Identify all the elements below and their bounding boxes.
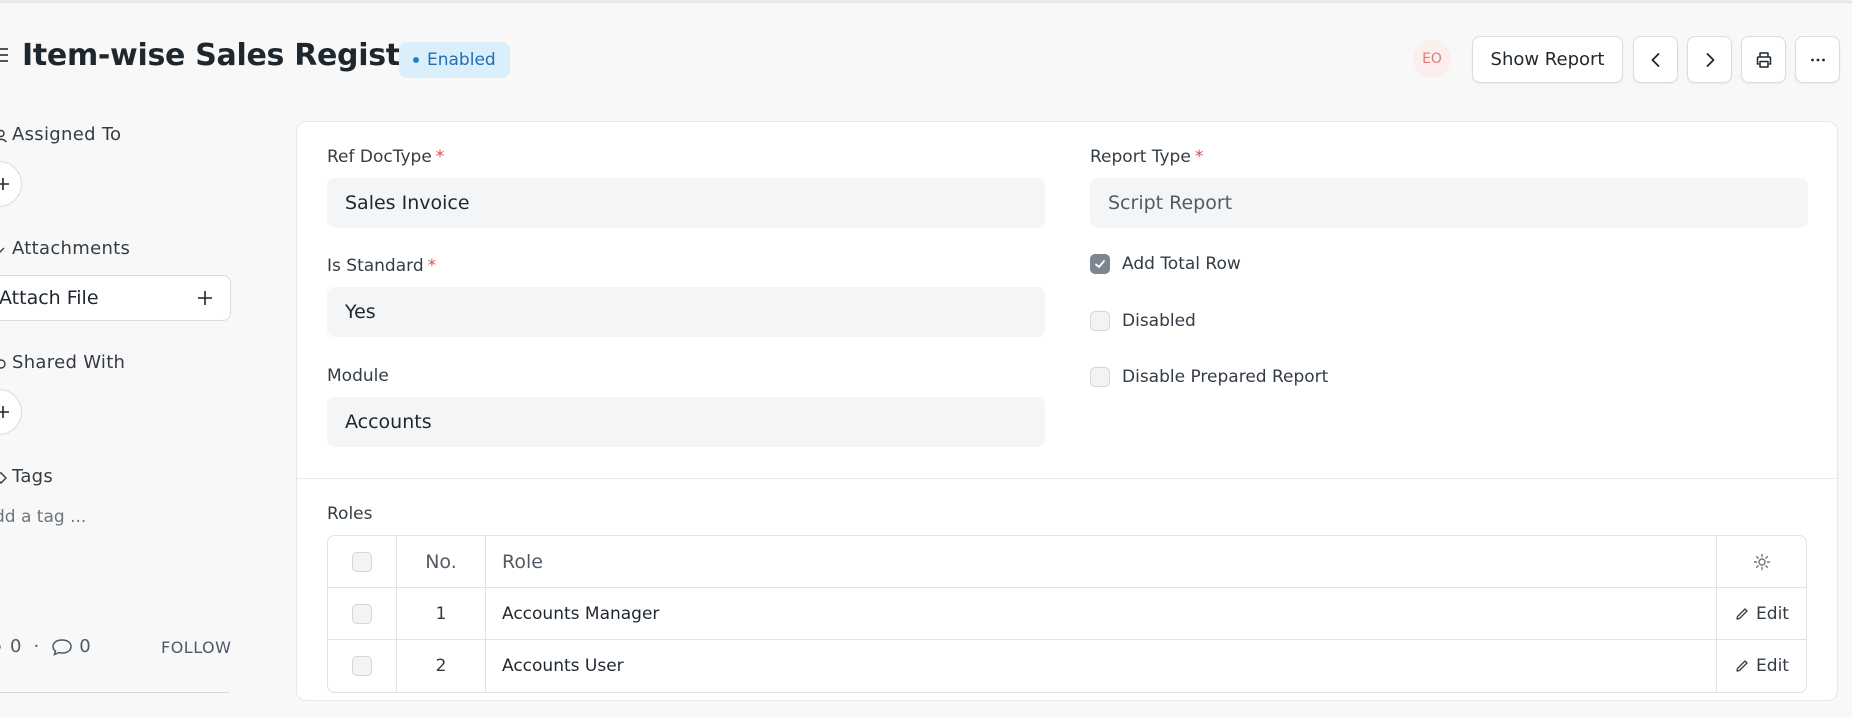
add-tag-input[interactable]: dd a tag ...	[0, 507, 86, 527]
row-select-cell	[328, 588, 397, 639]
section-divider	[297, 478, 1837, 479]
checkbox-checked[interactable]	[1090, 254, 1110, 274]
row-checkbox[interactable]	[352, 603, 372, 624]
comment-icon[interactable]	[51, 637, 73, 657]
plus-icon	[198, 291, 212, 305]
add-total-row-label: Add Total Row	[1122, 254, 1241, 274]
comments-count: 0	[79, 636, 91, 657]
table-row[interactable]: 2 Accounts User Edit	[328, 640, 1806, 692]
more-options-button[interactable]	[1795, 36, 1840, 83]
disable-prepared-report-checkbox[interactable]: Disable Prepared Report	[1090, 367, 1328, 387]
table-header: No. Role	[328, 536, 1806, 588]
separator: ·	[33, 636, 40, 657]
sidebar-toggle-icon[interactable]	[0, 48, 8, 66]
tag-icon	[0, 472, 7, 484]
add-share-button[interactable]	[0, 389, 22, 435]
printer-icon	[1756, 51, 1771, 68]
sidebar-stats: 0 · 0	[0, 636, 91, 657]
attach-file-label: Attach File	[0, 287, 99, 309]
roles-table: No. Role 1 Accounts Manager Edit 2 Accou…	[327, 535, 1807, 693]
edit-label: Edit	[1756, 603, 1789, 624]
required-mark: *	[1194, 147, 1204, 167]
module-label: Module	[327, 366, 389, 386]
select-all-cell	[328, 536, 397, 587]
check-icon	[1095, 260, 1105, 268]
pencil-icon	[1736, 660, 1748, 672]
role-cell[interactable]: Accounts Manager	[486, 588, 1717, 639]
module-field[interactable]: Accounts	[327, 397, 1045, 447]
attach-file-button[interactable]: Attach File	[0, 275, 231, 321]
roles-label: Roles	[327, 504, 373, 524]
next-button[interactable]	[1687, 36, 1732, 83]
add-assignee-button[interactable]	[0, 161, 22, 207]
gear-icon	[1753, 553, 1770, 570]
column-header-role: Role	[486, 536, 1717, 587]
sidebar-divider	[0, 692, 229, 693]
is-standard-label-text: Is Standard	[327, 256, 424, 276]
paperclip-icon	[0, 247, 5, 256]
required-mark: *	[435, 147, 445, 167]
avatar[interactable]: EO	[1413, 40, 1451, 78]
report-type-label-text: Report Type	[1090, 147, 1191, 167]
attachments-label: Attachments	[12, 238, 131, 259]
ref-doctype-label-text: Ref DocType	[327, 147, 432, 167]
row-number: 2	[397, 640, 486, 692]
form-card: Ref DocType * Sales Invoice Report Type * …	[296, 121, 1838, 701]
ref-doctype-label: Ref DocType *	[327, 147, 444, 167]
status-badge: Enabled	[399, 42, 510, 78]
page-title: Item-wise Sales Register	[22, 38, 435, 73]
pencil-icon	[1736, 607, 1748, 620]
status-dot-icon	[413, 57, 419, 63]
column-header-no: No.	[397, 536, 486, 587]
role-cell[interactable]: Accounts User	[486, 640, 1717, 692]
row-select-cell	[328, 640, 397, 692]
report-type-label: Report Type *	[1090, 147, 1203, 167]
assigned-to-label: Assigned To	[12, 124, 122, 145]
shared-with-label: Shared With	[12, 352, 126, 373]
disabled-checkbox[interactable]: Disabled	[1090, 311, 1196, 331]
required-mark: *	[427, 256, 437, 276]
edit-row-button[interactable]: Edit	[1717, 588, 1806, 639]
top-border	[0, 0, 1852, 3]
select-all-checkbox[interactable]	[352, 551, 372, 572]
likes-count: 0	[10, 636, 22, 657]
print-button[interactable]	[1741, 36, 1786, 83]
edit-label: Edit	[1756, 656, 1789, 676]
checkbox-unchecked[interactable]	[1090, 311, 1110, 331]
is-standard-field[interactable]: Yes	[327, 287, 1045, 337]
row-checkbox[interactable]	[352, 656, 372, 676]
ref-doctype-field[interactable]: Sales Invoice	[327, 178, 1045, 228]
heart-icon[interactable]	[0, 638, 4, 656]
user-icon	[0, 129, 7, 143]
tags-label: Tags	[12, 466, 54, 487]
show-report-button[interactable]: Show Report	[1472, 36, 1623, 83]
ellipsis-icon	[1810, 58, 1825, 61]
disable-prepared-report-label: Disable Prepared Report	[1122, 367, 1329, 387]
disabled-label: Disabled	[1122, 311, 1196, 331]
row-number: 1	[397, 588, 486, 639]
add-total-row-checkbox[interactable]: Add Total Row	[1090, 254, 1241, 274]
previous-button[interactable]	[1633, 36, 1678, 83]
edit-row-button[interactable]: Edit	[1717, 640, 1806, 692]
report-type-field[interactable]: Script Report	[1090, 178, 1808, 228]
chevron-right-icon	[1706, 52, 1714, 67]
plus-icon	[0, 178, 9, 190]
plus-icon	[0, 406, 9, 418]
is-standard-label: Is Standard *	[327, 256, 436, 276]
share-icon	[0, 359, 6, 369]
table-row[interactable]: 1 Accounts Manager Edit	[328, 588, 1806, 640]
follow-button[interactable]: FOLLOW	[161, 638, 231, 657]
checkbox-unchecked[interactable]	[1090, 367, 1110, 387]
chevron-left-icon	[1651, 52, 1659, 67]
column-settings-button[interactable]	[1717, 536, 1806, 587]
status-label: Enabled	[427, 50, 496, 70]
